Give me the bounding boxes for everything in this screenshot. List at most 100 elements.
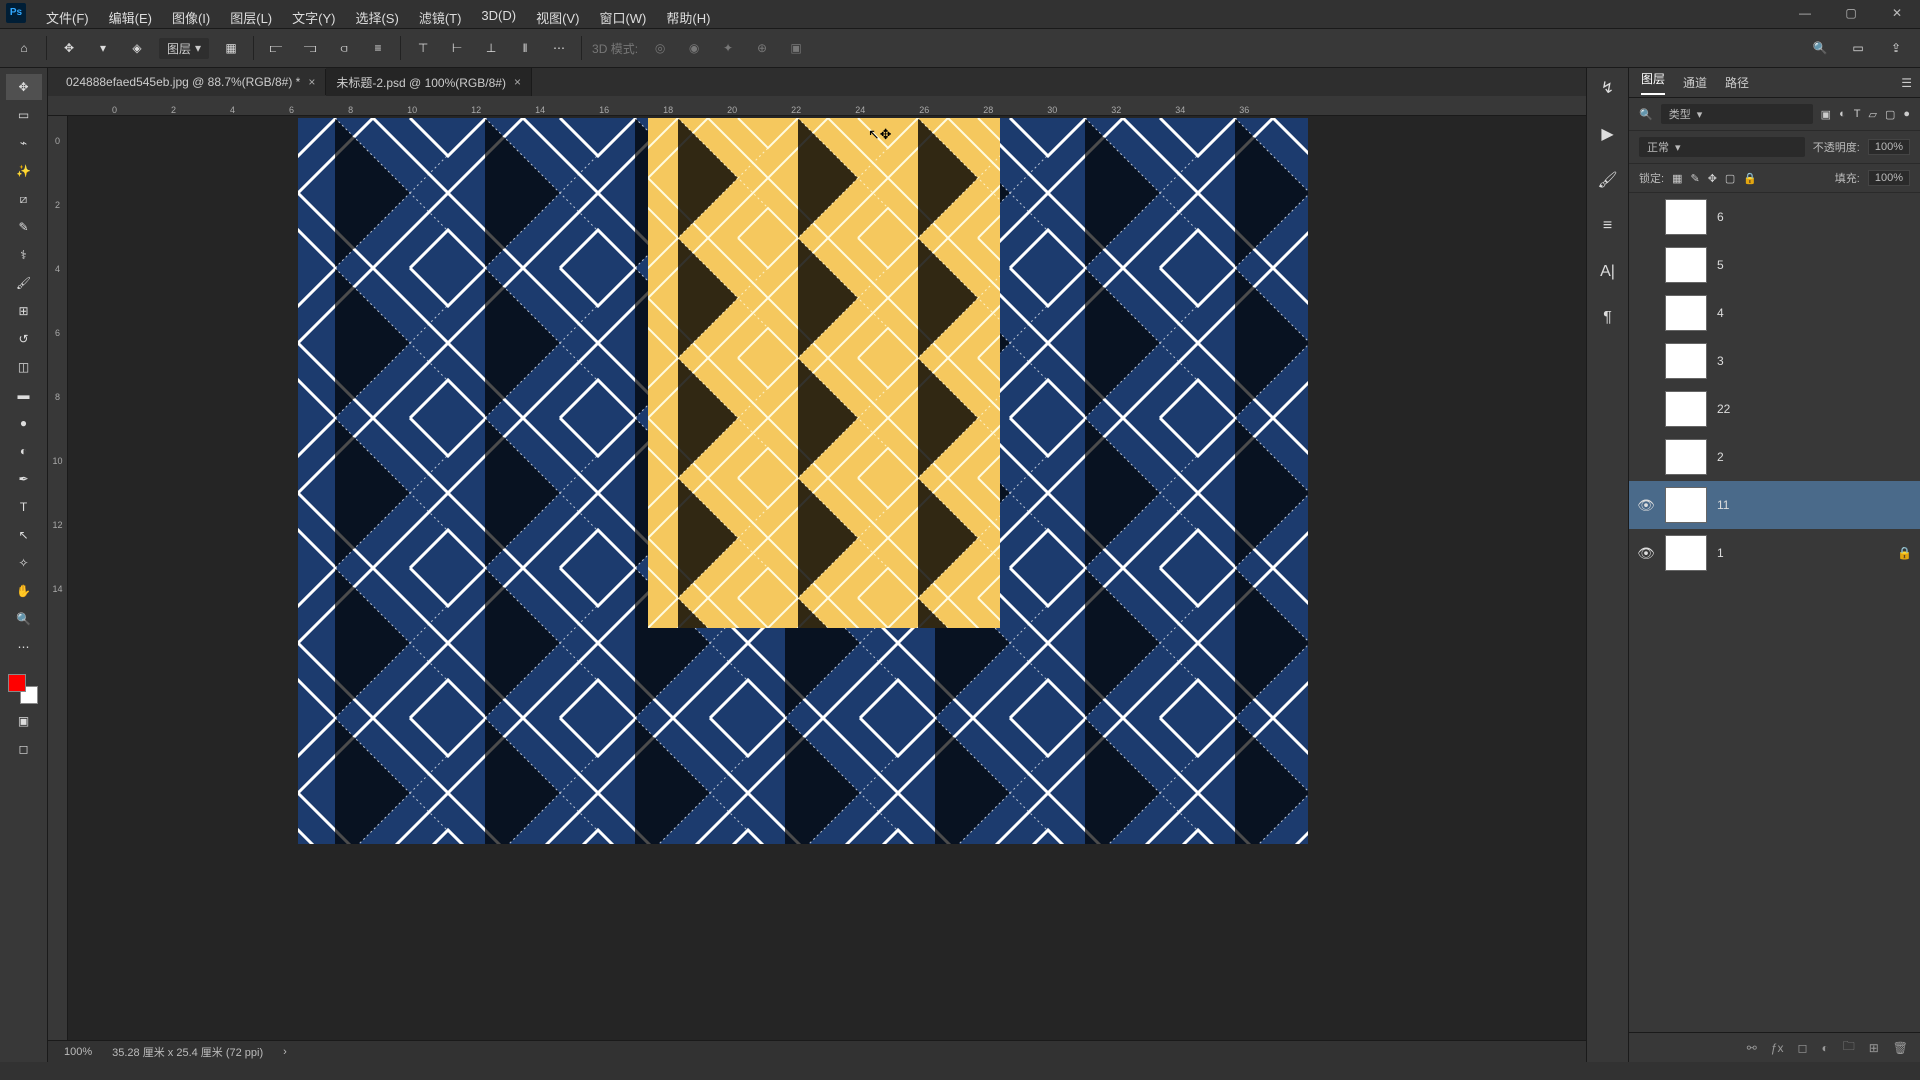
opacity-input[interactable]: 100% — [1868, 139, 1910, 155]
blur-tool[interactable]: ● — [6, 410, 42, 436]
layer-name[interactable]: 11 — [1717, 498, 1729, 512]
lock-all-icon[interactable]: 🔒 — [1743, 172, 1757, 185]
chevron-down-icon[interactable]: ▾ — [91, 36, 115, 60]
crop-tool[interactable]: ⧄ — [6, 186, 42, 212]
threed-pan-icon[interactable]: ✦ — [716, 36, 740, 60]
character-panel-icon[interactable]: A| — [1596, 260, 1620, 284]
layer-row[interactable]: 5 — [1629, 241, 1920, 289]
search-icon[interactable]: 🔍 — [1639, 108, 1653, 121]
layer-thumbnail[interactable] — [1665, 343, 1707, 379]
filter-type-icon[interactable]: T — [1854, 108, 1861, 120]
move-tool[interactable]: ✥ — [6, 74, 42, 100]
menu-help[interactable]: 帮助(H) — [666, 8, 710, 27]
align-top-icon[interactable]: ⊤ — [411, 36, 435, 60]
delete-layer-icon[interactable]: 🗑 — [1893, 1041, 1908, 1055]
layer-fx-icon[interactable]: ƒx — [1771, 1041, 1784, 1055]
move-tool-icon[interactable]: ✥ — [57, 36, 81, 60]
color-swatches[interactable] — [6, 670, 42, 706]
zoom-level[interactable]: 100% — [64, 1046, 92, 1058]
stamp-tool[interactable]: ⊞ — [6, 298, 42, 324]
document-tab[interactable]: 未标题-2.psd @ 100%(RGB/8#) × — [326, 68, 532, 97]
home-icon[interactable]: ⌂ — [12, 36, 36, 60]
layer-row[interactable]: 3 — [1629, 337, 1920, 385]
layer-mask-icon[interactable]: ◻ — [1797, 1041, 1807, 1055]
hand-tool[interactable]: ✋ — [6, 578, 42, 604]
lock-brush-icon[interactable]: ✎ — [1690, 172, 1699, 185]
visibility-toggle-icon[interactable]: 👁 — [1637, 497, 1655, 514]
layer-thumbnail[interactable] — [1665, 199, 1707, 235]
align-vcenter-icon[interactable]: ⊢ — [445, 36, 469, 60]
menu-view[interactable]: 视图(V) — [536, 8, 579, 27]
dodge-tool[interactable]: ◐ — [6, 438, 42, 464]
layer-thumbnail[interactable] — [1665, 295, 1707, 331]
path-select-tool[interactable]: ↖ — [6, 522, 42, 548]
history-panel-icon[interactable]: ↯ — [1596, 76, 1620, 100]
threed-roll-icon[interactable]: ◉ — [682, 36, 706, 60]
close-tab-icon[interactable]: × — [308, 75, 315, 89]
gradient-tool[interactable]: ▬ — [6, 382, 42, 408]
screenmode-tool[interactable]: ◻ — [6, 736, 42, 762]
foreground-color[interactable] — [8, 674, 26, 692]
tab-paths[interactable]: 路径 — [1725, 74, 1749, 91]
menu-file[interactable]: 文件(F) — [46, 8, 89, 27]
filter-shape-icon[interactable]: ▱ — [1868, 108, 1876, 121]
align-distribute-icon[interactable]: ≡ — [366, 36, 390, 60]
threed-slide-icon[interactable]: ⊕ — [750, 36, 774, 60]
maximize-button[interactable]: ▢ — [1828, 0, 1874, 26]
layer-row[interactable]: 👁1🔒 — [1629, 529, 1920, 577]
threed-zoom-icon[interactable]: ▣ — [784, 36, 808, 60]
close-tab-icon[interactable]: × — [514, 75, 521, 89]
tab-layers[interactable]: 图层 — [1641, 70, 1665, 95]
chevron-right-icon[interactable]: › — [283, 1046, 287, 1058]
lock-transparency-icon[interactable]: ▦ — [1672, 172, 1682, 185]
type-tool[interactable]: T — [6, 494, 42, 520]
more-options-icon[interactable]: ⋯ — [547, 36, 571, 60]
filter-adjust-icon[interactable]: ◐ — [1839, 108, 1846, 120]
layer-name[interactable]: 6 — [1717, 210, 1724, 224]
filter-smart-icon[interactable]: ▢ — [1885, 108, 1895, 121]
layer-row[interactable]: 22 — [1629, 385, 1920, 433]
layer-name[interactable]: 22 — [1717, 402, 1730, 416]
canvas[interactable]: ↖✥ — [298, 118, 1308, 844]
layer-name[interactable]: 5 — [1717, 258, 1724, 272]
link-layers-icon[interactable]: ⚯ — [1747, 1041, 1757, 1055]
align-bottom-icon[interactable]: ⊥ — [479, 36, 503, 60]
align-hcenter-icon[interactable]: ⫎ — [298, 36, 322, 60]
paragraph-panel-icon[interactable]: ¶ — [1596, 306, 1620, 330]
lasso-tool[interactable]: ⌁ — [6, 130, 42, 156]
marquee-tool[interactable]: ▭ — [6, 102, 42, 128]
menu-image[interactable]: 图像(I) — [172, 8, 210, 27]
layer-row[interactable]: 👁 11 — [1629, 481, 1920, 529]
workspace-icon[interactable]: ▭ — [1846, 36, 1870, 60]
menu-filter[interactable]: 滤镜(T) — [419, 8, 462, 27]
zoom-tool[interactable]: 🔍 — [6, 606, 42, 632]
layer-thumbnail[interactable] — [1665, 535, 1707, 571]
magic-wand-tool[interactable]: ✨ — [6, 158, 42, 184]
menu-select[interactable]: 选择(S) — [355, 8, 398, 27]
layer-name[interactable]: 2 — [1717, 450, 1724, 464]
filter-image-icon[interactable]: ▣ — [1821, 108, 1831, 121]
align-right-icon[interactable]: ⫏ — [332, 36, 356, 60]
brush-tool[interactable]: 🖌 — [6, 270, 42, 296]
tab-channels[interactable]: 通道 — [1683, 74, 1707, 91]
canvas-area[interactable]: ↖✥ — [68, 116, 1586, 1040]
layer-row[interactable]: 2 — [1629, 433, 1920, 481]
close-button[interactable]: ✕ — [1874, 0, 1920, 26]
history-brush-tool[interactable]: ↺ — [6, 326, 42, 352]
filter-type-dropdown[interactable]: 类型 ▾ — [1661, 104, 1813, 124]
more-tools[interactable]: ⋯ — [6, 634, 42, 660]
autoselect-dropdown[interactable]: 图层 ▾ — [159, 38, 209, 59]
align-left-icon[interactable]: ⫍ — [264, 36, 288, 60]
visibility-toggle-icon[interactable]: 👁 — [1637, 545, 1655, 562]
share-icon[interactable]: ⇪ — [1884, 36, 1908, 60]
layer-row[interactable]: 6 — [1629, 193, 1920, 241]
search-icon[interactable]: 🔍 — [1808, 36, 1832, 60]
lock-artboard-icon[interactable]: ▢ — [1725, 172, 1735, 185]
layer-thumbnail[interactable] — [1665, 247, 1707, 283]
align-distribute-v-icon[interactable]: ‖ — [513, 36, 537, 60]
layer-thumbnail[interactable] — [1665, 391, 1707, 427]
auto-select-icon[interactable]: ◈ — [125, 36, 149, 60]
filter-toggle-icon[interactable]: ● — [1903, 108, 1910, 120]
blend-mode-dropdown[interactable]: 正常 ▾ — [1639, 137, 1805, 157]
group-icon[interactable]: 🗀 — [1843, 1037, 1855, 1058]
